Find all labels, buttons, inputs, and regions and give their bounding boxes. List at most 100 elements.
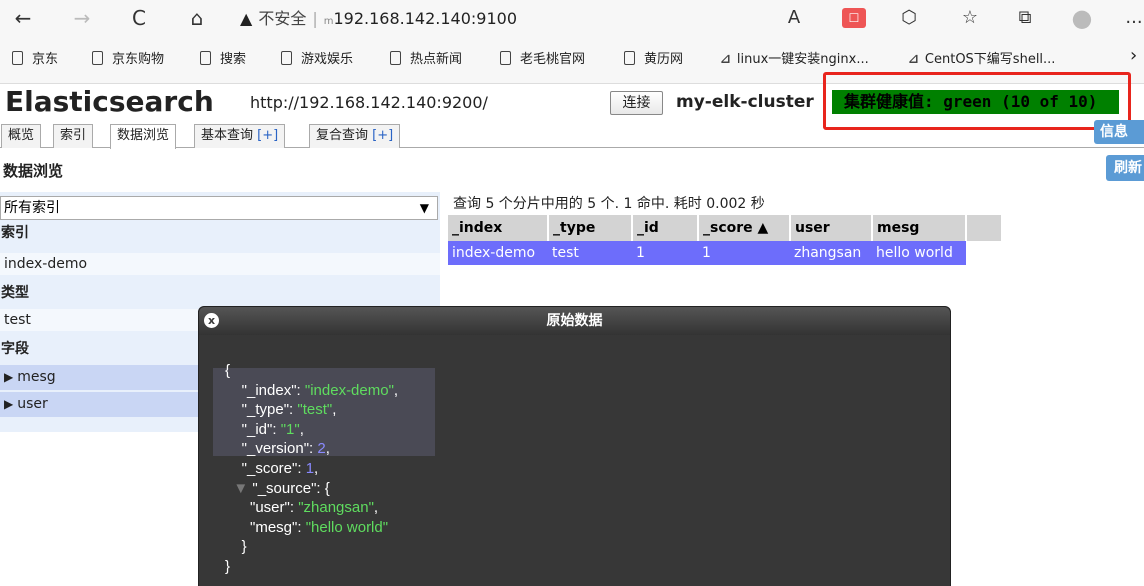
json-key: _index — [247, 381, 292, 399]
bookmark-item[interactable]: 老毛桃官网 — [500, 51, 585, 69]
page-icon — [92, 51, 103, 65]
home-icon[interactable]: ⌂ — [182, 5, 212, 31]
query-info: 查询 5 个分片中用的 5 个. 1 命中. 耗时 0.002 秒 — [453, 196, 765, 212]
bookmark-item[interactable]: ⊿ linux一键安装nginx... — [720, 51, 869, 69]
page-icon — [12, 51, 23, 65]
back-icon[interactable]: ← — [8, 5, 38, 31]
read-aloud-icon[interactable]: A — [780, 5, 808, 31]
address-bar[interactable]: ▲ 不安全 | m192.168.142.140:9100 — [228, 4, 788, 33]
table-cell: 1 — [698, 241, 790, 265]
expand-icon: ▶ — [4, 397, 14, 411]
insecure-label: 不安全 — [258, 9, 307, 28]
results-table: _index _type _id _score ▲ user mesg inde… — [448, 215, 1003, 265]
bookmark-item[interactable]: 游戏娱乐 — [281, 51, 353, 69]
forward-icon[interactable]: → — [67, 5, 97, 31]
column-header-spacer — [966, 215, 1003, 241]
cluster-health-badge: 集群健康值: green (10 of 10) — [832, 90, 1119, 114]
favorites-icon[interactable]: ☆ — [957, 5, 983, 31]
tab-compound-query[interactable]: 复合查询 [+] — [309, 124, 401, 148]
json-value: index-demo — [310, 381, 389, 399]
index-heading: 索引 — [1, 225, 29, 241]
section-title: 数据浏览 — [3, 162, 64, 180]
link-icon: ⊿ — [720, 52, 731, 67]
column-header[interactable]: _score ▲ — [698, 215, 791, 241]
table-cell: 1 — [632, 241, 698, 265]
page-icon — [390, 51, 401, 65]
json-key: user — [255, 499, 285, 517]
address-separator: | — [312, 9, 318, 28]
json-key: _version — [247, 440, 304, 458]
bookmark-item[interactable]: 京东购物 — [92, 51, 164, 69]
more-icon[interactable]: ... — [1124, 5, 1144, 31]
section-bar: 数据浏览 — [0, 149, 1144, 191]
json-value: test — [302, 401, 327, 419]
profile-icon[interactable]: ● — [1068, 5, 1096, 31]
column-header[interactable]: _id — [632, 215, 699, 241]
table-header-row: _index _type _id _score ▲ user mesg — [448, 215, 1003, 241]
json-viewer: { "_index": "index-demo", "_type": "test… — [225, 362, 399, 575]
column-header[interactable]: mesg — [872, 215, 967, 241]
bookmark-item[interactable]: ⊿ CentOS下编写shell... — [908, 51, 1055, 69]
json-key: _id — [247, 420, 268, 438]
bookmarks-bar: 京东 京东购物 搜索 游戏娱乐 热点新闻 老毛桃官网 黄历网 ⊿ linux一键安… — [0, 37, 1144, 84]
expand-icon: ▶ — [4, 370, 14, 384]
column-header[interactable]: _index — [448, 215, 549, 241]
host-prefix: m — [323, 16, 334, 27]
dialog-title: 原始数据 — [546, 313, 603, 329]
address-url: 192.168.142.140:9100 — [333, 9, 517, 28]
tab-indices[interactable]: 索引 — [53, 124, 94, 148]
collections-icon[interactable]: ⧉ — [1012, 5, 1038, 31]
raw-data-dialog: x 原始数据 { "_index": "index-demo", "_type"… — [198, 306, 951, 586]
page-icon — [624, 51, 635, 65]
chevron-down-icon: ▼ — [419, 201, 429, 215]
tab-browser[interactable]: 数据浏览 — [110, 124, 177, 149]
app-title: Elasticsearch — [5, 85, 214, 118]
json-value: zhangsan — [303, 499, 369, 517]
cluster-name: my-elk-cluster — [676, 92, 814, 112]
es-header: Elasticsearch http://192.168.142.140:920… — [0, 84, 1144, 120]
bookmark-item[interactable]: 热点新闻 — [390, 51, 462, 69]
reload-icon[interactable]: C — [124, 5, 154, 31]
index-select[interactable]: 所有索引 ▼ — [0, 196, 438, 220]
link-icon: ⊿ — [908, 52, 919, 67]
es-url-field[interactable]: http://192.168.142.140:9200/ — [250, 92, 488, 114]
page-icon — [500, 51, 511, 65]
table-cell: index-demo — [448, 241, 548, 265]
tab-basic-query[interactable]: 基本查询 [+] — [194, 124, 286, 148]
type-heading: 类型 — [1, 285, 29, 301]
puzzle-icon[interactable]: ⬡ — [896, 5, 922, 31]
table-cell-spacer — [966, 241, 1002, 265]
extension-icon[interactable]: ☐ — [842, 8, 866, 28]
json-key: mesg — [255, 518, 293, 536]
column-header[interactable]: user — [790, 215, 873, 241]
json-key: _type — [247, 401, 284, 419]
tab-overview[interactable]: 概览 — [1, 124, 42, 148]
column-header[interactable]: _type — [548, 215, 633, 241]
table-cell: zhangsan — [790, 241, 872, 265]
table-cell: test — [548, 241, 632, 265]
bookmarks-overflow-icon[interactable]: › — [1130, 47, 1137, 65]
dialog-body: { "_index": "index-demo", "_type": "test… — [199, 335, 950, 586]
tab-bar: 概览 索引 数据浏览 基本查询 [+] 复合查询 [+] — [0, 121, 1144, 149]
connect-button[interactable]: 连接 — [610, 91, 663, 115]
browser-toolbar: ← → C ⌂ ▲ 不安全 | m192.168.142.140:9100 A ☐ ⬡… — [0, 0, 1144, 37]
json-value: hello world — [311, 518, 383, 536]
json-value: 1 — [286, 420, 295, 438]
table-row[interactable]: index-demo test 1 1 zhangsan hello world — [448, 241, 1002, 265]
refresh-button[interactable]: 刷新 — [1106, 155, 1144, 181]
page-icon — [200, 51, 211, 65]
table-cell: hello world — [872, 241, 966, 265]
collapse-icon[interactable]: ▼ — [233, 480, 248, 497]
json-key: _source — [257, 479, 312, 497]
json-value: 1 — [305, 459, 315, 477]
dialog-titlebar[interactable]: x 原始数据 — [199, 307, 950, 335]
bookmark-item[interactable]: 京东 — [12, 51, 58, 69]
warning-icon: ▲ — [240, 9, 253, 28]
index-item[interactable]: index-demo — [0, 253, 440, 275]
json-key: _score — [247, 459, 293, 477]
page-icon — [281, 51, 292, 65]
json-value: 2 — [317, 440, 326, 458]
bookmark-item[interactable]: 搜索 — [200, 51, 246, 69]
bookmark-item[interactable]: 黄历网 — [624, 51, 683, 69]
info-button[interactable]: 信息 — [1094, 120, 1144, 144]
